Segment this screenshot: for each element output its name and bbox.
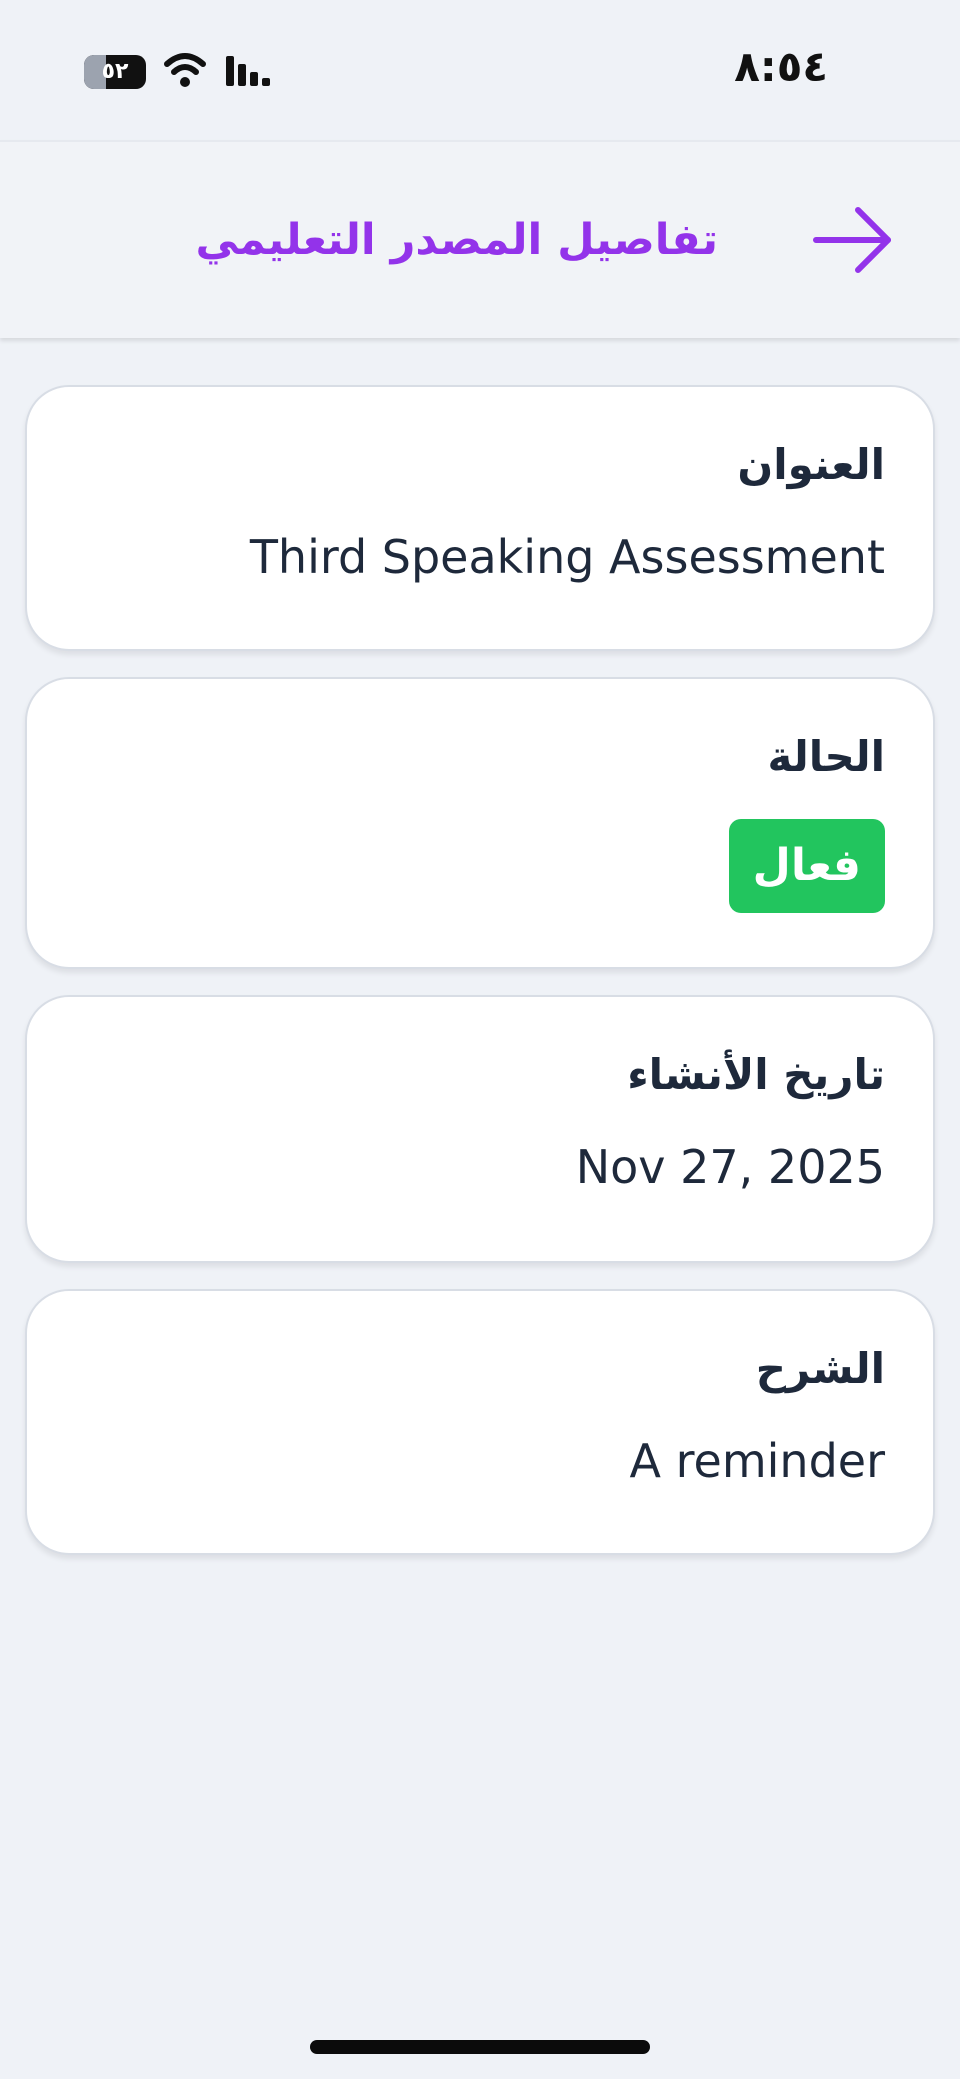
title-value: Third Speaking Assessment [249,530,885,584]
status-label: الحالة [767,732,885,781]
battery-icon: ٥٢ [84,55,146,89]
battery-level: ٥٢ [101,59,129,84]
created-date-card: تاريخ الأنشاء Nov 27, 2025 [25,995,935,1263]
status-card: الحالة فعال [25,677,935,969]
status-bar: ٥٢ ٨:٥٤ [0,0,960,140]
description-card: الشرح A reminder [25,1289,935,1555]
created-date-label: تاريخ الأنشاء [627,1050,885,1099]
description-label: الشرح [755,1344,885,1393]
title-label: العنوان [737,440,885,489]
title-card: العنوان Third Speaking Assessment [25,385,935,651]
created-date-value: Nov 27, 2025 [575,1140,885,1194]
header: تفاصيل المصدر التعليمي [0,140,960,338]
details-list: العنوان Third Speaking Assessment الحالة… [25,385,935,1581]
status-time: ٨:٥٤ [734,42,828,91]
wifi-icon [164,53,206,87]
page-title: تفاصيل المصدر التعليمي [195,215,719,265]
status-badge: فعال [728,819,885,913]
home-indicator[interactable] [310,2040,650,2054]
arrow-right-icon[interactable] [812,204,896,276]
signal-icon [226,56,270,86]
description-value: A reminder [629,1434,885,1488]
